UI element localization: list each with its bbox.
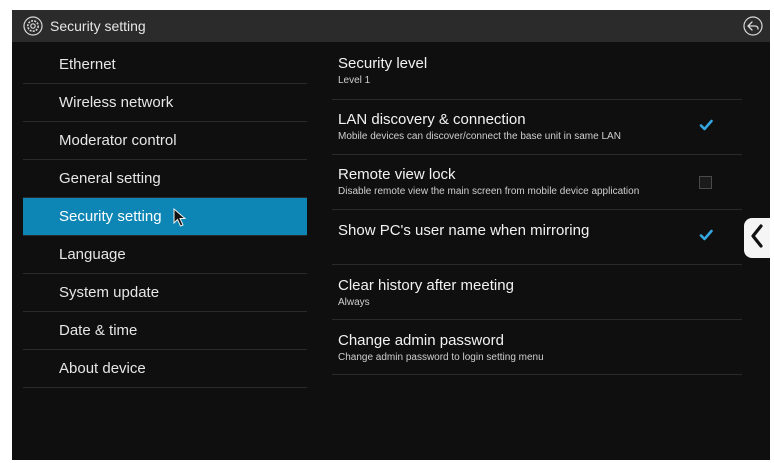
sidebar-item-general-setting[interactable]: General setting <box>23 160 307 198</box>
setting-title: Security level <box>338 55 428 72</box>
settings-sidebar: Ethernet Wireless network Moderator cont… <box>23 46 307 388</box>
sidebar-item-label: Moderator control <box>59 132 177 149</box>
sidebar-item-security-setting[interactable]: Security setting <box>23 198 307 236</box>
show-pc-user-name-checkbox[interactable] <box>699 228 713 241</box>
setting-subtitle: Level 1 <box>338 75 371 86</box>
setting-title: Clear history after meeting <box>338 277 514 294</box>
sidebar-item-label: About device <box>59 360 146 377</box>
sidebar-item-system-update[interactable]: System update <box>23 274 307 312</box>
sidebar-item-date-time[interactable]: Date & time <box>23 312 307 350</box>
sidebar-item-label: Security setting <box>59 208 162 225</box>
setting-subtitle: Mobile devices can discover/connect the … <box>338 131 621 142</box>
setting-security-level[interactable]: Security level Level 1 <box>332 50 742 100</box>
remote-view-lock-checkbox[interactable] <box>699 176 712 189</box>
setting-subtitle: Always <box>338 297 370 308</box>
side-panel-handle[interactable] <box>744 218 770 258</box>
setting-title: Change admin password <box>338 332 504 349</box>
title-bar: Security setting <box>12 10 770 42</box>
sidebar-item-moderator-control[interactable]: Moderator control <box>23 122 307 160</box>
sidebar-item-label: General setting <box>59 170 161 187</box>
back-arrow-icon[interactable] <box>742 15 764 37</box>
sidebar-item-label: Language <box>59 246 126 263</box>
sidebar-item-label: Ethernet <box>59 56 116 73</box>
lan-discovery-checkbox[interactable] <box>699 118 713 131</box>
setting-subtitle: Disable remote view the main screen from… <box>338 186 640 197</box>
setting-title: LAN discovery & connection <box>338 111 526 128</box>
setting-subtitle: Change admin password to login setting m… <box>338 352 544 363</box>
setting-title: Show PC's user name when mirroring <box>338 222 590 239</box>
sidebar-item-about-device[interactable]: About device <box>23 350 307 388</box>
mouse-pointer-icon <box>173 207 189 232</box>
setting-clear-history[interactable]: Clear history after meeting Always <box>332 265 742 320</box>
chevron-left-icon <box>750 223 764 253</box>
gear-icon <box>22 15 44 37</box>
setting-title: Remote view lock <box>338 166 456 183</box>
sidebar-item-label: System update <box>59 284 160 301</box>
page-title: Security setting <box>50 18 146 34</box>
setting-change-admin-password[interactable]: Change admin password Change admin passw… <box>332 320 742 375</box>
sidebar-item-label: Wireless network <box>59 94 174 111</box>
sidebar-item-wireless-network[interactable]: Wireless network <box>23 84 307 122</box>
settings-list: Security level Level 1 LAN discovery & c… <box>332 50 742 375</box>
setting-lan-discovery[interactable]: LAN discovery & connection Mobile device… <box>332 100 742 155</box>
sidebar-item-ethernet[interactable]: Ethernet <box>23 46 307 84</box>
device-screen: Security setting Ethernet Wireless netwo… <box>12 10 770 460</box>
sidebar-item-label: Date & time <box>59 322 138 339</box>
setting-show-pc-user-name[interactable]: Show PC's user name when mirroring <box>332 210 742 265</box>
sidebar-item-language[interactable]: Language <box>23 236 307 274</box>
setting-remote-view-lock[interactable]: Remote view lock Disable remote view the… <box>332 155 742 210</box>
